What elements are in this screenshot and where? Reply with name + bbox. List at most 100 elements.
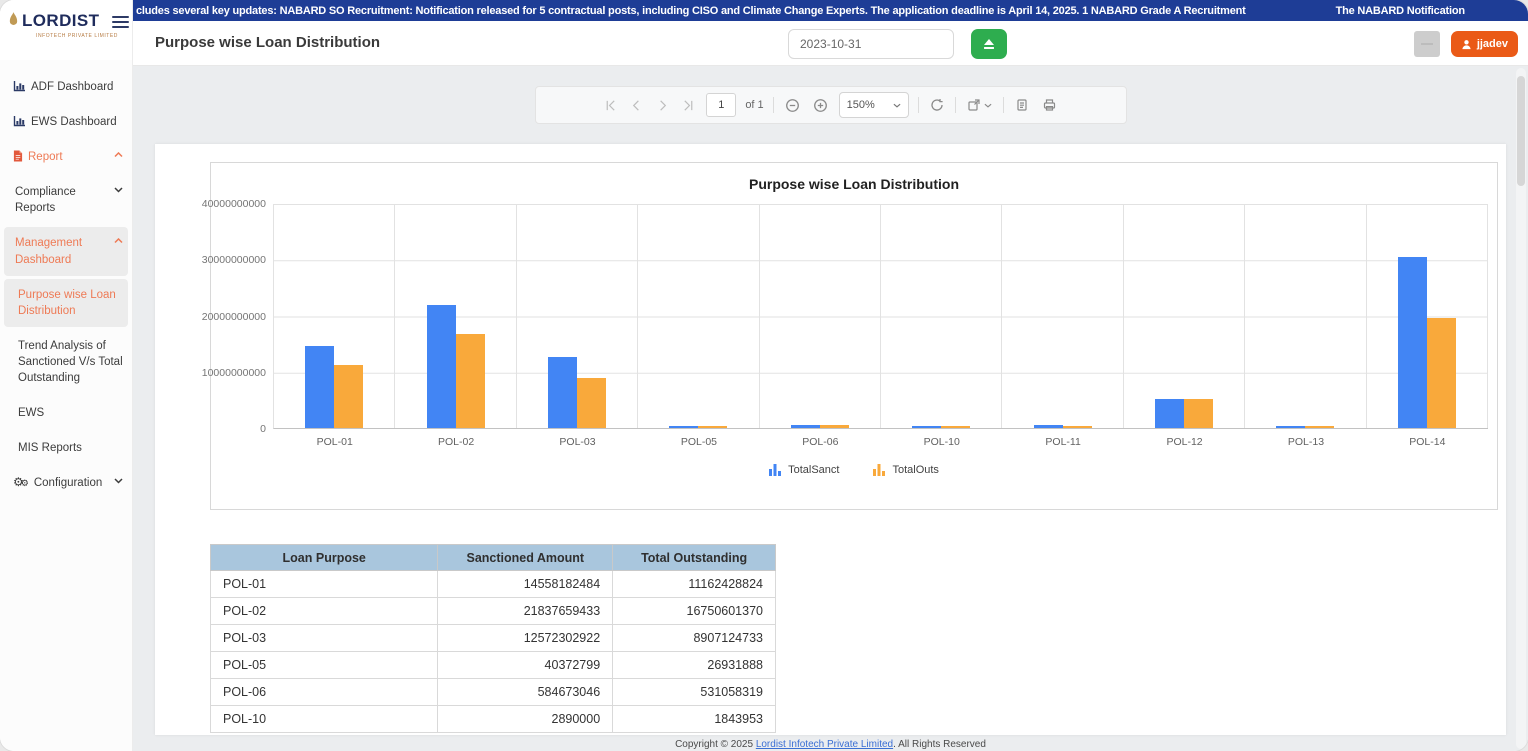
refresh-button[interactable]: [928, 96, 946, 114]
footer-suffix: . All Rights Reserved: [893, 739, 986, 750]
report-date-input[interactable]: [788, 29, 954, 59]
chevron-down-icon: [114, 478, 123, 484]
legend-bars-icon: [873, 463, 886, 476]
sidebar-item-label: EWS Dashboard: [31, 114, 123, 130]
y-tick-label: 0: [260, 423, 266, 435]
sidebar-item-trend-analysis-of-sanctioned-v-s-total-outstanding[interactable]: Trend Analysis of Sanctioned V/s Total O…: [4, 330, 128, 394]
sidebar-item-report[interactable]: Report: [4, 141, 128, 173]
sidebar-nav: ADF Dashboard EWS Dashboard Report Complian…: [0, 60, 132, 499]
export-icon: [982, 38, 996, 50]
x-tick-label: POL-06: [760, 436, 881, 448]
next-page-button[interactable]: [654, 97, 671, 114]
last-page-button[interactable]: [680, 97, 697, 114]
user-label: jjadev: [1477, 38, 1508, 50]
column-header: Loan Purpose: [211, 545, 438, 571]
chevron-up-icon: [114, 238, 123, 244]
bar-totalouts-pol-10: [941, 426, 970, 428]
total-outstanding-cell: 26931888: [613, 652, 776, 679]
pdf-toolbar: of 1 150%: [535, 86, 1127, 124]
sidebar-item-adf-dashboard[interactable]: ADF Dashboard: [4, 71, 128, 103]
sidebar-item-label: ADF Dashboard: [31, 79, 123, 95]
menu-toggle-icon[interactable]: [112, 13, 129, 31]
total-outstanding-cell: 8907124733: [613, 625, 776, 652]
sidebar-item-management-dashboard[interactable]: Management Dashboard: [4, 227, 128, 275]
copyright-footer: Copyright © 2025 Lordist Infotech Privat…: [133, 739, 1528, 750]
legend-bars-icon: [769, 463, 782, 476]
y-tick-label: 10000000000: [202, 367, 266, 379]
bar-totalouts-pol-06: [820, 425, 849, 428]
user-menu-button[interactable]: jjadev: [1451, 31, 1518, 57]
sidebar-item-label: Report: [28, 149, 109, 165]
sidebar-item-ews-dashboard[interactable]: EWS Dashboard: [4, 106, 128, 138]
bar-totalsanct-pol-11: [1034, 425, 1063, 428]
toolbar-divider: [918, 97, 919, 113]
page-header: Purpose wise Loan Distribution jjadev: [133, 21, 1528, 66]
sanctioned-amount-cell: 14558182484: [438, 571, 613, 598]
loan-purpose-cell: POL-06: [211, 679, 438, 706]
export-button[interactable]: [971, 29, 1007, 59]
bar-totalouts-pol-13: [1305, 426, 1334, 428]
sanctioned-amount-cell: 2890000: [438, 706, 613, 733]
x-tick-label: POL-11: [1002, 436, 1123, 448]
sidebar-item-configuration[interactable]: ⚙⚙ Configuration: [4, 467, 128, 499]
chart-panel: Purpose wise Loan Distribution 400000000…: [210, 162, 1498, 510]
chevron-down-icon: [114, 187, 123, 193]
gears-icon: ⚙⚙: [13, 476, 29, 490]
x-tick-label: POL-02: [395, 436, 516, 448]
y-tick-label: 20000000000: [202, 311, 266, 323]
chart-legend: TotalSanct TotalOuts: [211, 463, 1497, 476]
logo-area: LORDIST INFOTECH PRIVATE LIMITED: [0, 0, 132, 60]
bar-totalsanct-pol-03: [548, 357, 577, 428]
bar-totalsanct-pol-01: [305, 346, 334, 428]
sidebar-item-label: EWS: [18, 405, 123, 421]
chart-category-pol-03: [517, 204, 638, 428]
zoom-in-button[interactable]: [811, 96, 830, 115]
previous-page-button[interactable]: [628, 97, 645, 114]
document-properties-button[interactable]: [1013, 96, 1031, 114]
toolbar-divider: [1003, 97, 1004, 113]
x-tick-label: POL-03: [517, 436, 638, 448]
loan-purpose-cell: POL-03: [211, 625, 438, 652]
x-tick-label: POL-05: [638, 436, 759, 448]
zoom-select[interactable]: 150%: [839, 92, 909, 118]
legend-item-totalsanct: TotalSanct: [769, 463, 839, 476]
bar-chart-icon: [13, 115, 26, 127]
first-page-button[interactable]: [602, 97, 619, 114]
company-link[interactable]: Lordist Infotech Private Limited: [756, 739, 893, 750]
brand-name: LORDIST: [22, 11, 99, 30]
chart-y-axis: 4000000000030000000000200000000001000000…: [211, 204, 273, 429]
legend-item-totalouts: TotalOuts: [873, 463, 938, 476]
sidebar-item-purpose-wise-loan-distribution[interactable]: Purpose wise Loan Distribution: [4, 279, 128, 327]
sidebar-item-label: Configuration: [34, 475, 109, 491]
chart-category-pol-06: [760, 204, 881, 428]
chart-category-pol-10: [881, 204, 1002, 428]
sidebar-item-ews[interactable]: EWS: [4, 397, 128, 429]
chart-plot-area: [273, 204, 1488, 429]
sidebar-item-mis-reports[interactable]: MIS Reports: [4, 432, 128, 464]
y-tick-label: 30000000000: [202, 254, 266, 266]
table-row: POL-054037279926931888: [211, 652, 776, 679]
bar-totalsanct-pol-06: [791, 425, 820, 428]
export-dropdown-button[interactable]: [965, 96, 994, 114]
sanctioned-amount-cell: 40372799: [438, 652, 613, 679]
total-outstanding-cell: 16750601370: [613, 598, 776, 625]
chart-category-pol-01: [274, 204, 395, 428]
zoom-out-button[interactable]: [783, 96, 802, 115]
toolbar-divider: [773, 97, 774, 113]
sidebar-item-compliance-reports[interactable]: Compliance Reports: [4, 176, 128, 224]
table-row: POL-022183765943316750601370: [211, 598, 776, 625]
chart-category-pol-13: [1245, 204, 1366, 428]
bar-totalouts-pol-12: [1184, 399, 1213, 428]
scrollbar-thumb[interactable]: [1517, 76, 1525, 186]
chart-category-pol-02: [395, 204, 516, 428]
print-button[interactable]: [1040, 96, 1059, 114]
minimize-button[interactable]: [1414, 31, 1440, 57]
zoom-value: 150%: [847, 99, 875, 111]
content-scrollbar[interactable]: [1516, 68, 1526, 749]
bar-totalsanct-pol-13: [1276, 426, 1305, 428]
x-tick-label: POL-12: [1124, 436, 1245, 448]
bar-totalsanct-pol-05: [669, 426, 698, 428]
column-header: Total Outstanding: [613, 545, 776, 571]
page-number-input[interactable]: [706, 93, 736, 117]
brand-logo[interactable]: LORDIST INFOTECH PRIVATE LIMITED: [8, 12, 126, 39]
